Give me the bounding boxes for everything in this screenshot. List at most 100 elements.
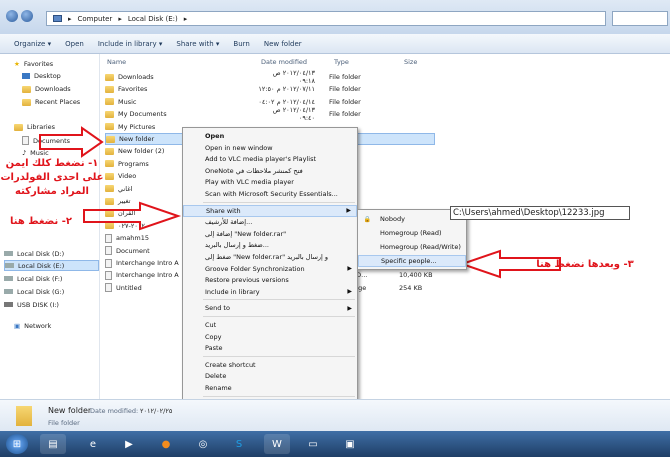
menu-item[interactable]: Add to VLC media player's Playlist bbox=[183, 153, 357, 165]
menu-item[interactable]: Restore previous versions bbox=[183, 274, 357, 286]
table-row[interactable]: Downloads ٢٠١٢/٠٤/١٣ ص ٠٩:١٨ File folder bbox=[105, 69, 435, 85]
submenu-arrow-icon: ▶ bbox=[347, 288, 352, 296]
share-with-button[interactable]: Share with ▾ bbox=[176, 40, 219, 48]
row-type: File folder bbox=[329, 97, 361, 106]
share-option-label: Nobody bbox=[380, 215, 405, 223]
annotation-step-3: ٣- وبعدها نضغط هنا bbox=[536, 259, 634, 270]
menu-item[interactable]: Rename bbox=[183, 382, 357, 394]
menu-item[interactable]: Cut bbox=[183, 319, 357, 331]
share-option-label: Homegroup (Read) bbox=[380, 229, 442, 237]
start-button[interactable]: ⊞ bbox=[6, 434, 28, 454]
row-type: File folder bbox=[329, 73, 361, 81]
computer-icon bbox=[53, 15, 62, 22]
nav-disk-g[interactable]: Local Disk (G:) bbox=[4, 286, 99, 297]
forward-icon[interactable] bbox=[21, 10, 33, 22]
nav-usb-disk[interactable]: USB DISK (I:) bbox=[4, 299, 99, 310]
folder-icon bbox=[105, 147, 114, 155]
nav-downloads[interactable]: Downloads bbox=[22, 85, 71, 93]
share-option[interactable]: Homegroup (Read/Write) bbox=[358, 241, 466, 253]
nav-network[interactable]: ▣ Network bbox=[14, 322, 51, 330]
lock-icon: 🔒 bbox=[363, 215, 372, 223]
open-button[interactable]: Open bbox=[65, 40, 84, 48]
menu-item[interactable]: Send to ▶ bbox=[183, 302, 357, 314]
row-name: Music bbox=[118, 97, 137, 106]
submenu-arrow-icon: ▶ bbox=[347, 304, 352, 312]
menu-item[interactable]: Open bbox=[183, 130, 357, 142]
row-name: Interchange Intro A bbox=[116, 259, 179, 267]
menu-item[interactable]: Groove Folder Synchronization ▶ bbox=[183, 263, 357, 275]
search-input[interactable] bbox=[612, 11, 668, 26]
row-name: القرآن bbox=[118, 209, 136, 218]
breadcrumb-chevron-icon: ▸ bbox=[118, 14, 122, 23]
row-name: New folder bbox=[119, 135, 155, 143]
folder-icon bbox=[105, 160, 114, 168]
column-size[interactable]: Size bbox=[404, 58, 417, 66]
folder-icon bbox=[105, 73, 114, 81]
column-date[interactable]: Date modified bbox=[261, 58, 307, 66]
menu-item[interactable]: ضغط و إرسال بالبريد... bbox=[183, 239, 357, 251]
menu-item-label: Share with bbox=[206, 206, 241, 215]
details-date: ٢٠١٢/٠٢/٢٥ bbox=[140, 407, 173, 415]
window2-taskbar-icon[interactable]: ▣ bbox=[337, 434, 363, 454]
media-taskbar-icon[interactable]: ▶ bbox=[116, 434, 142, 454]
column-type[interactable]: Type bbox=[334, 58, 349, 66]
menu-item[interactable]: Include in library ▶ bbox=[183, 286, 357, 298]
nav-favorites[interactable]: ★ Favorites bbox=[14, 60, 53, 68]
menu-item-label: Send to bbox=[205, 304, 230, 313]
ie-taskbar-icon[interactable]: e bbox=[80, 434, 106, 454]
address-bar-area: ▸ Computer ▸ Local Disk (E:) ▸ bbox=[0, 0, 670, 34]
organize-button[interactable]: Organize ▾ bbox=[14, 40, 51, 48]
include-library-button[interactable]: Include in library ▾ bbox=[98, 40, 163, 48]
folder-taskbar-icon[interactable]: ▤ bbox=[40, 434, 66, 454]
menu-item[interactable]: إضافة للأرشيف... bbox=[183, 216, 357, 228]
nav-disk-d[interactable]: Local Disk (D:) bbox=[4, 248, 99, 259]
nav-desktop[interactable]: Desktop bbox=[22, 72, 61, 80]
menu-item[interactable]: Play with VLC media player bbox=[183, 176, 357, 188]
nav-label: Local Disk (F:) bbox=[17, 274, 63, 283]
new-folder-button[interactable]: New folder bbox=[264, 40, 302, 48]
column-name[interactable]: Name bbox=[107, 58, 126, 66]
menu-item[interactable]: إضافة إلى "New folder.rar" bbox=[183, 228, 357, 240]
menu-item[interactable]: Open in new window bbox=[183, 142, 357, 154]
annotation-step-2: ٢- نضغط هنا bbox=[10, 216, 72, 227]
nav-disk-e[interactable]: Local Disk (E:) bbox=[4, 260, 99, 271]
menu-item[interactable]: Create shortcut bbox=[183, 359, 357, 371]
breadcrumb-computer[interactable]: Computer bbox=[78, 15, 113, 23]
table-row[interactable]: Favorites ٢٠١٢/٠٧/١١ م ١٢:٥٠ File folder bbox=[105, 83, 435, 95]
menu-item[interactable]: Copy bbox=[183, 331, 357, 343]
folder-icon bbox=[105, 222, 114, 230]
app-taskbar-icon[interactable]: ◎ bbox=[190, 434, 216, 454]
nav-documents[interactable]: Documents bbox=[22, 136, 70, 145]
desktop-icon bbox=[22, 73, 30, 79]
firefox-taskbar-icon[interactable]: ● bbox=[153, 434, 179, 454]
file-icon bbox=[105, 283, 112, 293]
row-name-cell: My Documents bbox=[105, 110, 255, 118]
share-option[interactable]: Homegroup (Read) bbox=[358, 227, 466, 239]
menu-item[interactable]: OneNote فتح كمنشر ملاحظات في bbox=[183, 165, 357, 177]
row-name: amahm15 bbox=[116, 234, 150, 243]
word-taskbar-icon[interactable]: W bbox=[264, 434, 290, 454]
row-name: Document bbox=[116, 246, 150, 255]
breadcrumb-disk[interactable]: Local Disk (E:) bbox=[128, 15, 178, 23]
menu-item[interactable]: Scan with Microsoft Security Essentials.… bbox=[183, 188, 357, 200]
menu-item[interactable]: Share with ▶ bbox=[183, 204, 357, 217]
menu-item[interactable]: ضغط إلى "New folder.rar" و إرسال بالبريد bbox=[183, 251, 357, 263]
nav-music[interactable]: ♪ Music bbox=[22, 149, 49, 157]
file-icon bbox=[105, 270, 112, 280]
nav-recent-places[interactable]: Recent Places bbox=[22, 98, 80, 106]
menu-item[interactable]: Paste bbox=[183, 342, 357, 354]
table-row[interactable]: My Documents ٢٠١٢/٠٤/١٣ ص ٠٩:٤٠ File folde… bbox=[105, 106, 435, 122]
burn-button[interactable]: Burn bbox=[233, 40, 249, 48]
back-icon[interactable] bbox=[6, 10, 18, 22]
window-taskbar-icon[interactable]: ▭ bbox=[300, 434, 326, 454]
row-type: File folder bbox=[329, 85, 361, 94]
nav-libraries[interactable]: Libraries bbox=[14, 123, 55, 131]
share-option[interactable]: Specific people... bbox=[358, 255, 466, 267]
menu-item-label: إضافة للأرشيف... bbox=[205, 218, 253, 227]
skype-taskbar-icon[interactable]: S bbox=[226, 434, 252, 454]
address-field[interactable]: ▸ Computer ▸ Local Disk (E:) ▸ bbox=[46, 11, 606, 26]
annotation-step-1: ١- نضغط كلك ايمن على احدى الفولدرات المر… bbox=[0, 158, 104, 197]
nav-disk-f[interactable]: Local Disk (F:) bbox=[4, 273, 99, 284]
menu-item-label: Include in library bbox=[205, 287, 260, 296]
menu-item[interactable]: Delete bbox=[183, 370, 357, 382]
